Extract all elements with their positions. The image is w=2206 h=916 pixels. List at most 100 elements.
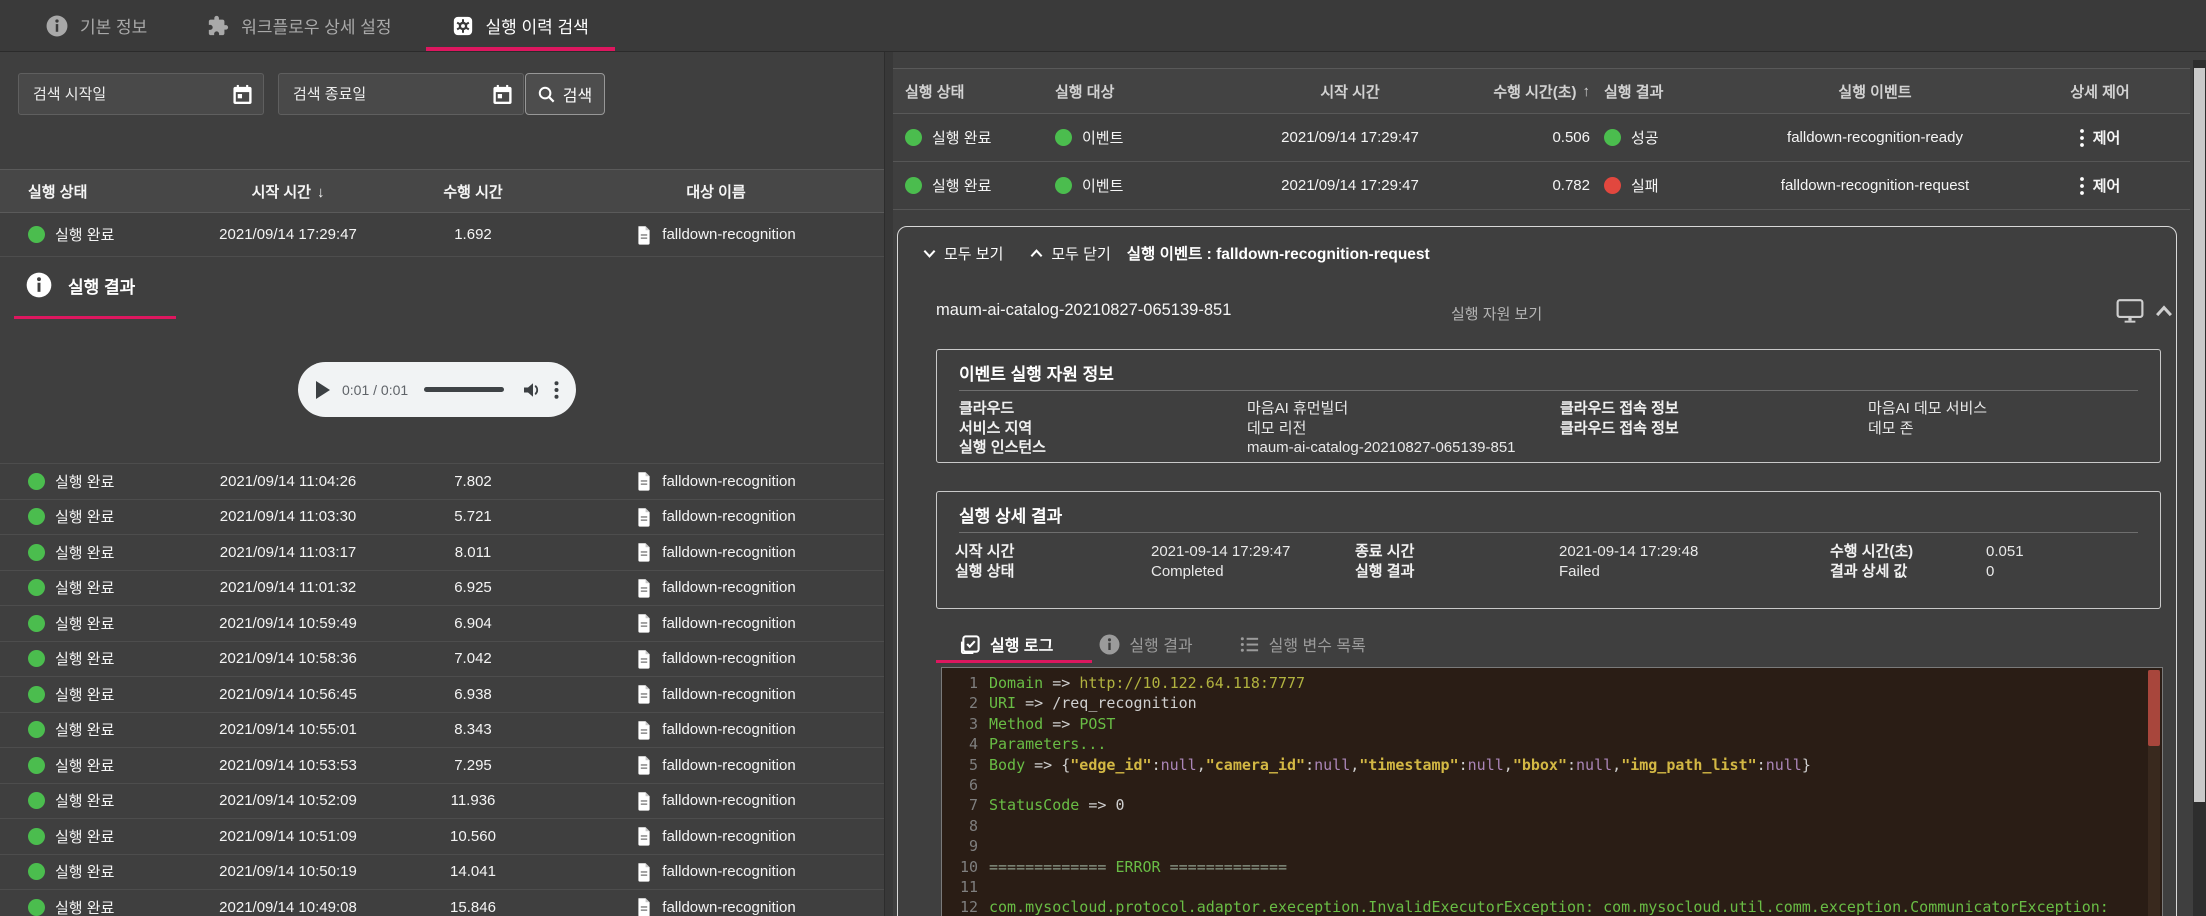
audio-progress-bar[interactable] — [424, 387, 504, 392]
log-line: 5Body => {"edge_id":null,"camera_id":nul… — [942, 755, 2162, 775]
column-header-start-time[interactable]: 시작 시간↓ — [178, 181, 398, 202]
page-scrollbar[interactable] — [2193, 60, 2206, 916]
panel-title: 이벤트 실행 자원 정보 — [959, 360, 1114, 385]
document-icon — [636, 578, 652, 598]
column-header-duration[interactable]: 수행 시간(초)↑ — [1475, 81, 1590, 102]
status-cell: 실행 완료 — [28, 719, 178, 740]
field-row: 수행 시간(초)0.051 — [1830, 542, 2024, 562]
panel-divider — [884, 52, 893, 916]
table-row[interactable]: 실행 완료2021/09/14 11:04:267.802falldown-re… — [0, 464, 884, 500]
duration-cell: 15.846 — [398, 899, 548, 916]
log-line: 2URI => /req_recognition — [942, 693, 2162, 713]
table-row[interactable]: 실행 완료2021/09/14 10:59:496.904falldown-re… — [0, 606, 884, 642]
log-scrollbar-thumb[interactable] — [2148, 670, 2160, 746]
expand-all-button[interactable]: 모두 보기 — [922, 243, 1003, 264]
detail-title: 실행 이벤트 : falldown-recognition-request — [1127, 242, 1430, 264]
top-tab-bar: 기본 정보 워크플로우 상세 설정 실행 이력 검색 — [0, 0, 2206, 52]
table-row[interactable]: 실행 완료2021/09/14 11:01:326.925falldown-re… — [0, 571, 884, 607]
calendar-icon[interactable] — [492, 84, 513, 105]
target-name-cell: falldown-recognition — [548, 862, 884, 882]
volume-icon[interactable] — [522, 380, 542, 400]
chevron-up-icon[interactable] — [2154, 302, 2174, 322]
table-row[interactable]: 실행 완료2021/09/14 10:51:0910.560falldown-r… — [0, 819, 884, 855]
table-row[interactable]: 실행 완료2021/09/14 10:52:0911.936falldown-r… — [0, 784, 884, 820]
status-dot — [28, 792, 45, 809]
table-row[interactable]: 실행 완료2021/09/14 11:03:178.011falldown-re… — [0, 535, 884, 571]
panel-divider — [959, 390, 2138, 391]
log-tab-label: 실행 결과 — [1129, 632, 1192, 656]
table-row[interactable]: 실행 완료2021/09/14 10:50:1914.041falldown-r… — [0, 855, 884, 891]
tab-history-search[interactable]: 실행 이력 검색 — [426, 0, 615, 51]
target-name-cell: falldown-recognition — [548, 542, 884, 562]
column-header-start-time: 시작 시간 — [1225, 81, 1475, 102]
start-time-cell: 2021/09/14 10:51:09 — [178, 828, 398, 845]
kebab-menu-icon[interactable] — [2080, 177, 2084, 195]
status-dot — [28, 544, 45, 561]
start-date-input[interactable] — [33, 86, 232, 103]
table-row[interactable]: 실행 완료2021/09/14 10:53:537.295falldown-re… — [0, 748, 884, 784]
kebab-menu-icon[interactable] — [2080, 129, 2084, 147]
end-date-input[interactable] — [293, 86, 492, 103]
target-dot — [1055, 177, 1072, 194]
audio-player[interactable]: 0:01 / 0:01 — [298, 362, 576, 417]
field-value: Completed — [1151, 562, 1290, 582]
event-row[interactable]: 실행 완료이벤트2021/09/14 17:29:470.782실패falldo… — [893, 162, 2190, 210]
table-row-selected[interactable]: 실행 완료 2021/09/14 17:29:47 1.692 falldown… — [0, 213, 884, 257]
field-label: 시작 시간 — [955, 542, 1151, 562]
start-date-field[interactable] — [18, 73, 264, 115]
page-scrollbar-thumb[interactable] — [2194, 68, 2205, 802]
field-label: 실행 인스턴스 — [959, 438, 1247, 458]
detail-toolbar: 모두 보기 모두 닫기 실행 이벤트 : falldown-recognitio… — [922, 242, 1430, 264]
calendar-icon[interactable] — [232, 84, 253, 105]
status-cell: 실행 완료 — [28, 684, 178, 705]
field-value: maum-ai-catalog-20210827-065139-851 — [1247, 438, 1516, 458]
table-row[interactable]: 실행 완료2021/09/14 10:55:018.343falldown-re… — [0, 713, 884, 749]
tab-basic-info[interactable]: 기본 정보 — [20, 0, 173, 51]
status-cell: 실행 완료 — [28, 861, 178, 882]
monitor-icon[interactable] — [2116, 298, 2144, 324]
control-button[interactable]: 제어 — [2010, 127, 2190, 148]
table-row[interactable]: 실행 완료2021/09/14 10:58:367.042falldown-re… — [0, 642, 884, 678]
field-value: 2021-09-14 17:29:48 — [1559, 542, 1698, 562]
field-value: 마음AI 데모 서비스 — [1868, 399, 1987, 419]
kebab-menu-icon[interactable] — [554, 381, 559, 399]
status-dot — [28, 508, 45, 525]
table-row[interactable]: 실행 완료2021/09/14 11:03:305.721falldown-re… — [0, 500, 884, 536]
field-group: 시작 시간2021-09-14 17:29:47실행 상태Completed — [955, 542, 1290, 582]
status-cell: 실행 완료 — [28, 755, 178, 776]
field-value: 데모 리전 — [1247, 419, 1516, 439]
status-cell: 실행 완료 — [905, 175, 1055, 196]
tab-workflow-settings[interactable]: 워크플로우 상세 설정 — [181, 0, 417, 51]
event-row[interactable]: 실행 완료이벤트2021/09/14 17:29:470.506성공falldo… — [893, 114, 2190, 162]
field-label: 실행 상태 — [955, 562, 1151, 582]
status-cell: 실행 완료 — [28, 506, 178, 527]
field-row: 클라우드마음AI 휴먼빌더 — [959, 399, 1516, 419]
tab-execution-result[interactable]: 실행 결과 — [26, 272, 135, 298]
tab-execution-result-detail[interactable]: 실행 결과 — [1099, 632, 1192, 656]
play-icon[interactable] — [316, 381, 330, 399]
status-cell: 실행 완료 — [28, 790, 178, 811]
field-row: 서비스 지역데모 리전 — [959, 419, 1516, 439]
field-row: 클라우드 접속 정보마음AI 데모 서비스 — [1560, 399, 1987, 419]
tab-variable-list[interactable]: 실행 변수 목록 — [1239, 632, 1366, 656]
end-date-field[interactable] — [278, 73, 524, 115]
collapse-all-button[interactable]: 모두 닫기 — [1029, 243, 1110, 264]
status-dot — [28, 579, 45, 596]
status-cell: 실행 완료 — [28, 471, 178, 492]
control-button[interactable]: 제어 — [2010, 175, 2190, 196]
table-row[interactable]: 실행 완료2021/09/14 10:56:456.938falldown-re… — [0, 677, 884, 713]
execution-events-panel: 실행 상태 실행 대상 시작 시간 수행 시간(초)↑ 실행 결과 실행 이벤트… — [893, 52, 2206, 916]
log-tab-label: 실행 변수 목록 — [1269, 632, 1366, 656]
table-row[interactable]: 실행 완료2021/09/14 10:49:0815.846falldown-r… — [0, 890, 884, 916]
target-dot — [1055, 129, 1072, 146]
view-resources-link[interactable]: 실행 자원 보기 — [1451, 303, 1542, 324]
log-scrollbar[interactable] — [2148, 670, 2160, 916]
status-dot — [905, 129, 922, 146]
target-name-cell: falldown-recognition — [548, 613, 884, 633]
search-button[interactable]: 검색 — [525, 73, 605, 115]
tab-execution-log[interactable]: 실행 로그 — [960, 632, 1053, 656]
document-icon — [636, 826, 652, 846]
chevron-up-icon — [1029, 246, 1044, 261]
start-time-cell: 2021/09/14 17:29:47 — [1225, 177, 1475, 194]
log-line: 8 — [942, 816, 2162, 836]
